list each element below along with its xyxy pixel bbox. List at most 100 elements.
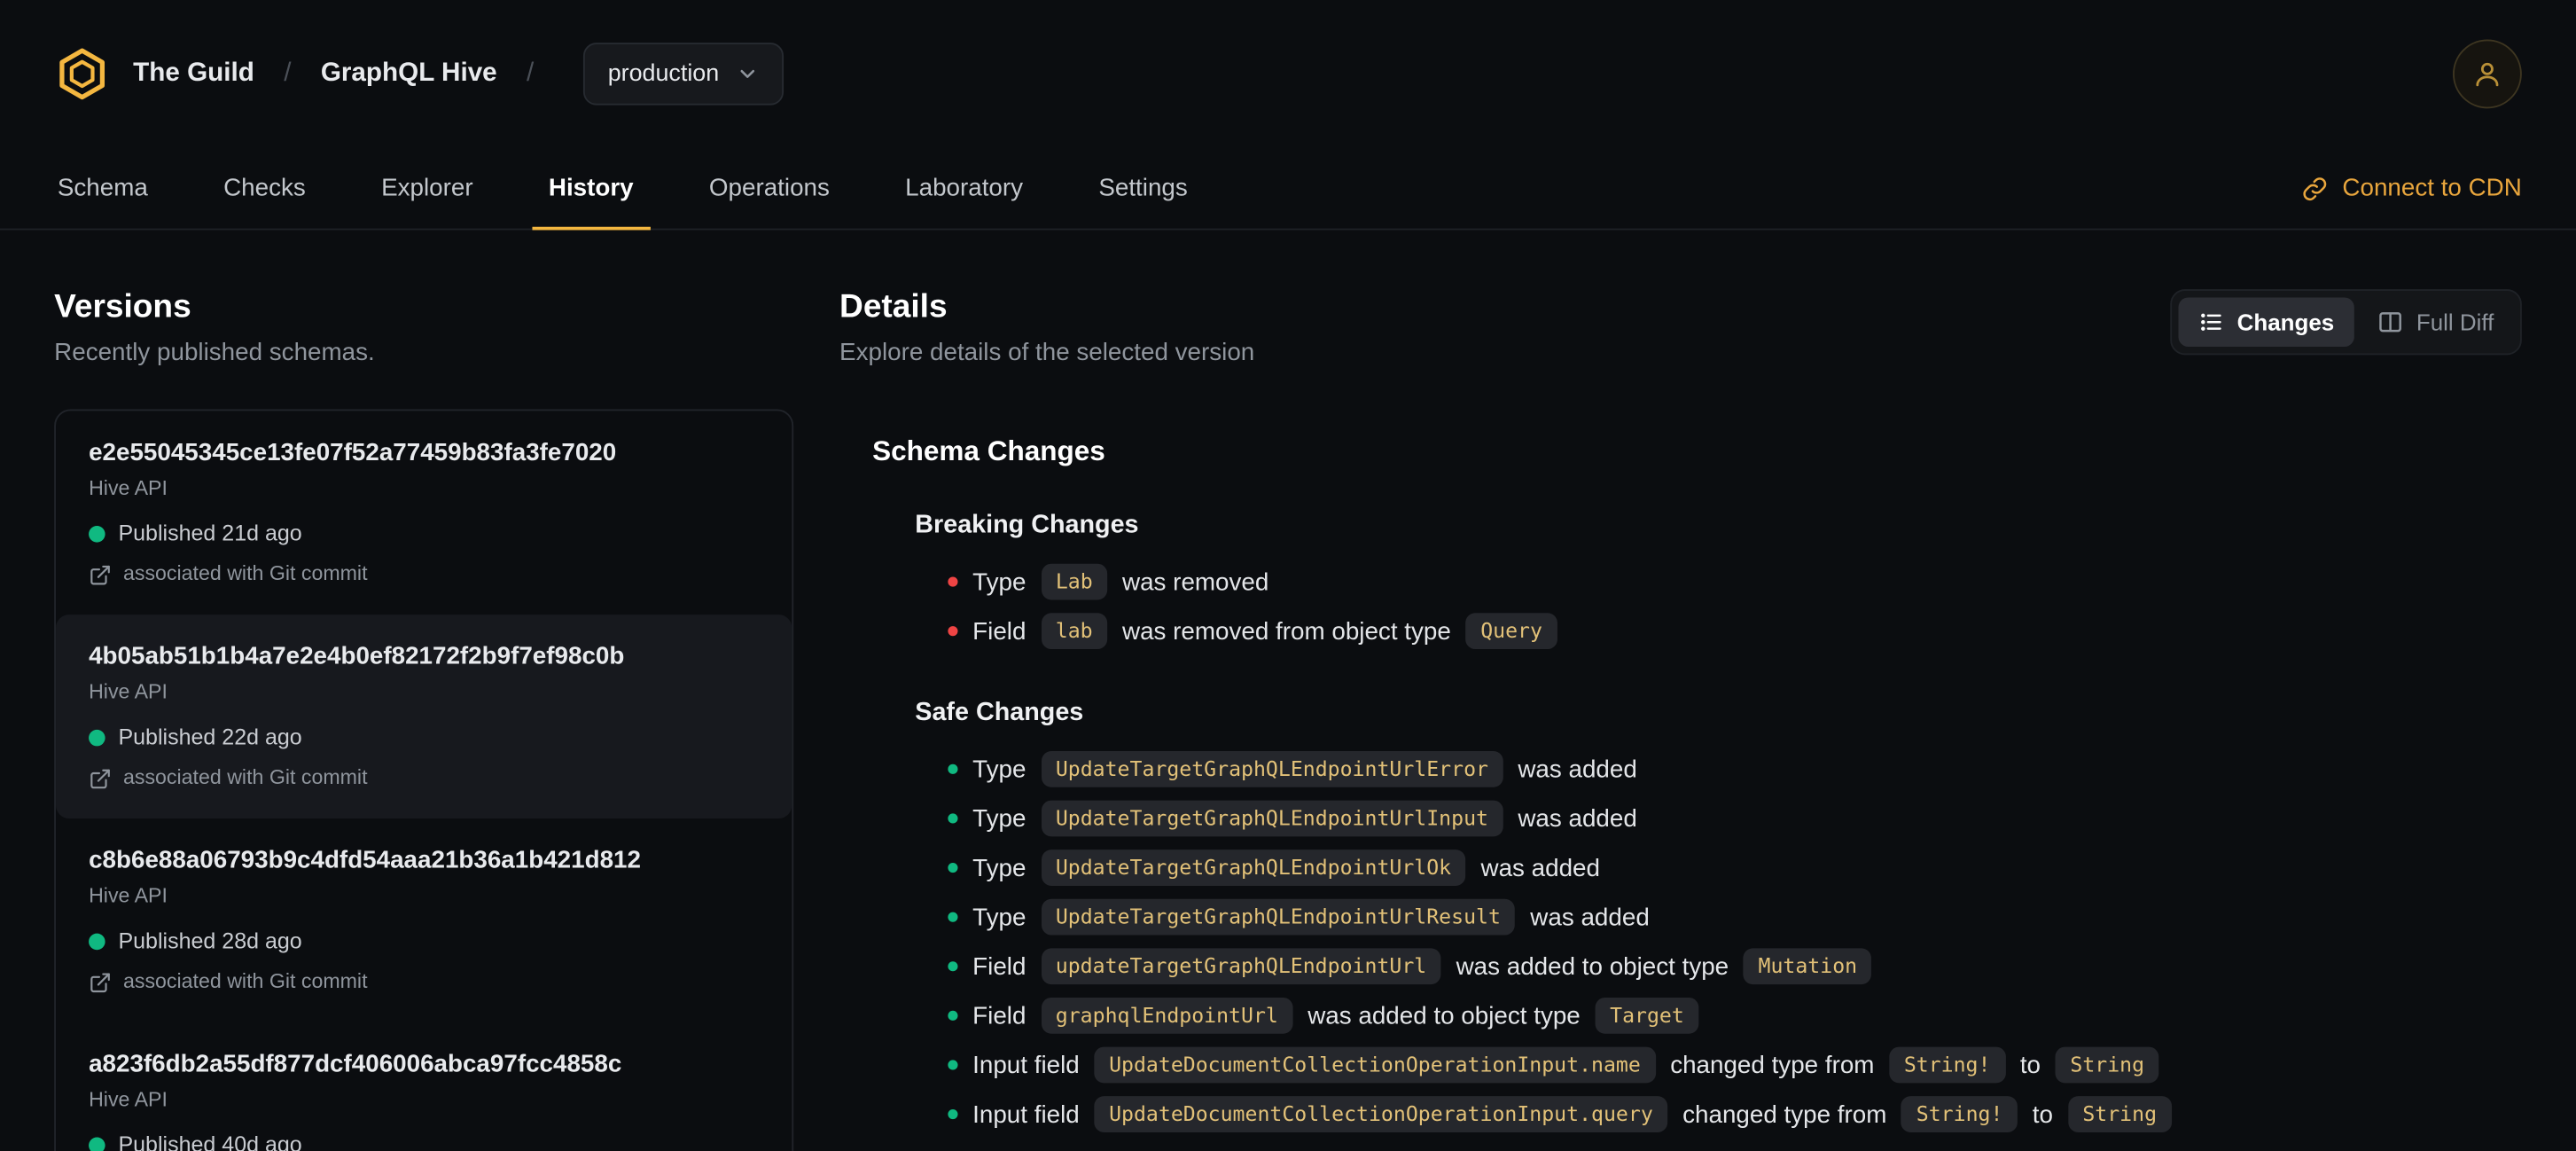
tab-checks[interactable]: Checks [220, 148, 308, 229]
user-avatar[interactable] [2453, 39, 2522, 109]
published-status-dot [89, 525, 105, 542]
version-service: Hive API [89, 680, 168, 704]
change-text: Type [972, 903, 1026, 931]
change-bullet [948, 813, 958, 824]
change-bullet [948, 576, 958, 587]
published-status-dot [89, 1136, 105, 1151]
tab-bar: Schema Checks Explorer History Operations Lab… [0, 148, 2576, 231]
tab-schema[interactable]: Schema [54, 148, 151, 229]
code-badge: lab [1041, 613, 1108, 650]
change-bullet [948, 961, 958, 972]
version-published: Published 28d ago [89, 925, 759, 956]
chevron-down-icon [739, 69, 754, 78]
versions-panel: Versions Recently published schemas. e2e… [54, 289, 794, 1151]
breadcrumb-separator: / [527, 59, 535, 88]
code-badge: UpdateTargetGraphQLEndpointUrlOk [1041, 850, 1466, 886]
change-item: Type UpdateTargetGraphQLEndpointUrlResult… [839, 892, 2522, 942]
diff-columns-icon [2378, 312, 2401, 333]
details-title: Details [839, 289, 948, 325]
change-item: Field lab was removed from object type Quer… [839, 607, 2522, 656]
tab-laboratory[interactable]: Laboratory [902, 148, 1026, 229]
change-text: was added [1518, 804, 1637, 833]
code-badge: String [2067, 1096, 2172, 1132]
version-published: Published 21d ago [89, 518, 759, 549]
change-text: changed type from [1670, 1051, 1875, 1079]
published-text: Published 40d ago [118, 1131, 302, 1151]
change-text: was added [1518, 755, 1637, 784]
safe-changes-section: Safe Changes Type UpdateTargetGraphQLEndp… [839, 699, 2522, 1139]
version-hash: a823f6db2a55df877dcf406006abca97fcc4858c [89, 1050, 622, 1078]
change-bullet [948, 912, 958, 922]
tab-history[interactable]: History [532, 148, 650, 231]
version-git-commit: associated with Git commit [89, 968, 759, 997]
link-icon [2303, 176, 2326, 200]
version-list-item[interactable]: a823f6db2a55df877dcf406006abca97fcc4858c… [56, 1022, 792, 1151]
version-list-item[interactable]: 4b05ab51b1b4a7e2e4b0ef82172f2b9f7ef98c0b… [56, 615, 792, 818]
code-badge: String! [1901, 1096, 2018, 1132]
change-bullet [948, 626, 958, 637]
version-service: Hive API [89, 476, 168, 500]
breadcrumb: The Guild / GraphQL Hive / production [54, 43, 784, 106]
published-text: Published 21d ago [118, 521, 302, 546]
change-bullet [948, 763, 958, 774]
change-item: Field updateTargetGraphQLEndpointUrl was a… [839, 942, 2522, 991]
change-text: was removed from object type [1121, 616, 1451, 646]
target-selector[interactable]: production [582, 43, 784, 106]
code-badge: String! [1889, 1046, 2006, 1084]
code-badge: Lab [1041, 563, 1108, 600]
version-list-item[interactable]: c8b6e88a06793b9c4dfd54aaa21b36a1b421d812… [56, 818, 792, 1022]
change-bullet [948, 1108, 958, 1120]
git-commit-text: associated with Git commit [122, 969, 368, 993]
tab-settings[interactable]: Settings [1096, 148, 1191, 229]
change-text: Type [972, 804, 1026, 833]
git-commit-icon [90, 972, 110, 992]
hive-logo-icon[interactable] [54, 46, 110, 102]
change-text: Input field [972, 1100, 1080, 1129]
version-hash: c8b6e88a06793b9c4dfd54aaa21b36a1b421d812 [89, 846, 641, 874]
tab-explorer[interactable]: Explorer [378, 148, 476, 229]
breadcrumb-org[interactable]: The Guild [133, 59, 254, 89]
change-text: was added [1530, 903, 1650, 931]
version-service: Hive API [89, 884, 168, 908]
view-toggle: Changes Full Diff [2169, 289, 2522, 356]
versions-title: Versions [54, 289, 191, 325]
change-item: Input field UpdateDocumentCollectionOpera… [839, 1090, 2522, 1139]
safe-changes-list: Type UpdateTargetGraphQLEndpointUrlError w… [839, 745, 2522, 1139]
connect-cdn-link[interactable]: Connect to CDN [2301, 148, 2522, 229]
change-item: Type UpdateTargetGraphQLEndpointUrlOk was … [839, 843, 2522, 893]
change-text: Type [972, 755, 1026, 784]
change-text: was added [1480, 853, 1600, 882]
breaking-changes-title: Breaking Changes [915, 511, 1139, 539]
published-status-dot [89, 932, 105, 950]
breadcrumb-project[interactable]: GraphQL Hive [321, 59, 497, 89]
target-selector-value: production [607, 60, 720, 88]
safe-changes-title: Safe Changes [915, 698, 1084, 727]
change-text: Type [972, 853, 1026, 882]
code-badge: Mutation [1743, 948, 1872, 985]
full-diff-toggle-button[interactable]: Full Diff [2357, 297, 2513, 347]
full-diff-toggle-label: Full Diff [2416, 309, 2494, 336]
tab-operations[interactable]: Operations [706, 148, 832, 229]
changes-toggle-button[interactable]: Changes [2177, 297, 2354, 348]
breaking-changes-list: Type Lab was removed Field lab was removed fr… [839, 557, 2522, 655]
code-badge: updateTargetGraphQLEndpointUrl [1041, 948, 1441, 985]
version-git-commit: associated with Git commit [89, 764, 759, 793]
change-text: Type [972, 568, 1026, 596]
published-text: Published 22d ago [118, 724, 302, 750]
version-published: Published 22d ago [89, 722, 759, 753]
connect-cdn-label: Connect to CDN [2342, 174, 2522, 202]
change-text: Input field [972, 1051, 1080, 1079]
change-bullet [948, 1010, 958, 1021]
published-status-dot [89, 728, 105, 746]
version-list-item[interactable]: e2e55045345ce13fe07f52a77459b83fa3fe7020… [56, 411, 792, 615]
version-hash: 4b05ab51b1b4a7e2e4b0ef82172f2b9f7ef98c0b [89, 642, 625, 671]
git-commit-icon [90, 564, 110, 584]
code-badge: UpdateDocumentCollectionOperationInput.n… [1094, 1046, 1656, 1084]
top-header: The Guild / GraphQL Hive / production [0, 0, 2576, 148]
change-text: to [2032, 1100, 2053, 1129]
versions-subtitle: Recently published schemas. [54, 338, 375, 367]
code-badge: String [2055, 1046, 2159, 1084]
change-bullet [948, 1060, 958, 1070]
code-badge: UpdateDocumentCollectionOperationInput.q… [1094, 1096, 1668, 1132]
change-text: changed type from [1682, 1100, 1887, 1129]
